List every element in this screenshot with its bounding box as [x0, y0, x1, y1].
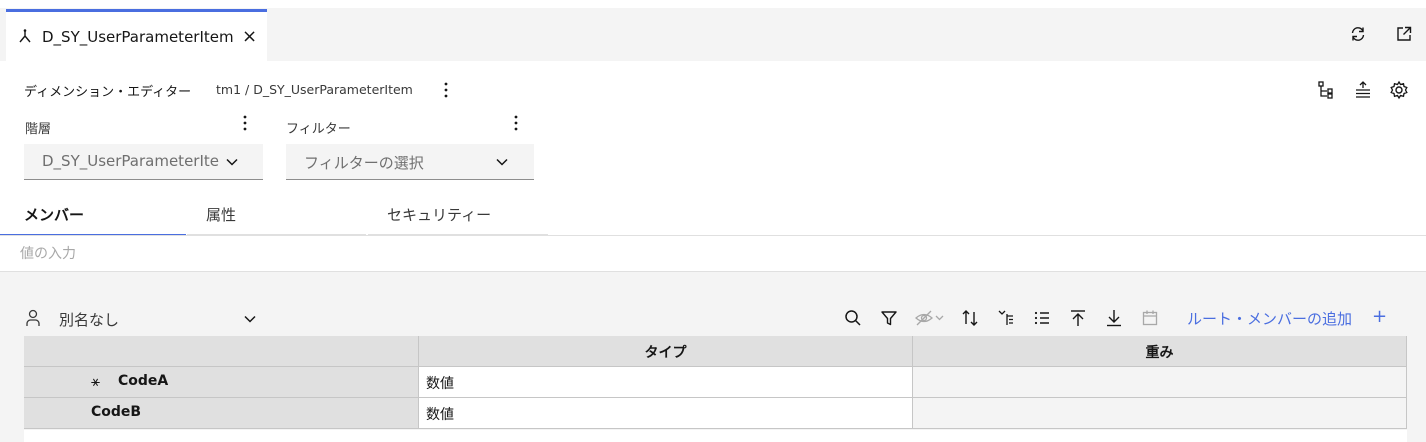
add-icon[interactable]: + — [1372, 306, 1387, 327]
insert-icon[interactable] — [1353, 80, 1373, 100]
list-numbered-icon[interactable] — [1032, 308, 1052, 328]
chevron-down-icon[interactable] — [243, 312, 257, 326]
grid-empty-area — [24, 430, 1407, 442]
chevron-down-icon — [496, 158, 508, 166]
hierarchy-dropdown[interactable]: D_SY_UserParameterIte — [24, 144, 263, 180]
weight-cell[interactable] — [913, 398, 1407, 429]
grid-header-member — [24, 336, 419, 367]
grid-header-row: タイプ 重み — [24, 336, 1407, 367]
member-name-cell[interactable]: CodeB — [24, 398, 419, 429]
hierarchy-value: D_SY_UserParameterIte — [42, 152, 219, 170]
tab-security-label: セキュリティー — [387, 206, 492, 224]
move-to-top-icon[interactable] — [1068, 308, 1088, 328]
type-cell[interactable]: 数値 — [419, 367, 913, 398]
tab-members[interactable]: メンバー — [0, 194, 186, 236]
settings-icon[interactable] — [1389, 80, 1409, 100]
refresh-icon[interactable] — [1348, 24, 1368, 44]
tab-attributes-label: 属性 — [206, 206, 237, 224]
hierarchy-label: 階層 — [25, 122, 52, 137]
user-icon — [26, 309, 40, 326]
calendar-icon[interactable] — [1140, 308, 1160, 328]
filter-dropdown[interactable]: フィルターの選択 — [286, 144, 534, 180]
type-cell[interactable]: 数値 — [419, 398, 913, 429]
table-row[interactable]: ⚹ CodeA 数値 — [24, 367, 1407, 398]
filter-overflow-menu-icon[interactable] — [509, 114, 523, 132]
table-row[interactable]: CodeB 数値 — [24, 398, 1407, 429]
add-root-member-button[interactable]: ルート・メンバーの追加 — [1187, 308, 1352, 329]
hierarchy-icon — [19, 29, 31, 43]
member-name: CodeA — [118, 373, 169, 389]
member-name: CodeB — [91, 404, 142, 420]
filter-label: フィルター — [286, 122, 351, 137]
weight-cell[interactable] — [913, 367, 1407, 398]
tab-members-label: メンバー — [24, 206, 85, 224]
download-icon[interactable] — [1104, 308, 1124, 328]
overflow-menu-icon[interactable] — [439, 81, 453, 99]
tab-attributes[interactable]: 属性 — [187, 194, 366, 236]
tab-title: D_SY_UserParameterItem — [42, 28, 234, 46]
value-input[interactable] — [0, 236, 1426, 272]
tree-view-icon[interactable] — [1317, 80, 1337, 100]
sort-icon[interactable] — [960, 308, 980, 328]
hide-icon[interactable] — [914, 308, 946, 328]
open-external-icon[interactable] — [1394, 24, 1414, 44]
hierarchy-overflow-menu-icon[interactable] — [238, 114, 252, 132]
editor-path: tm1 / D_SY_UserParameterItem — [216, 82, 413, 97]
member-name-cell[interactable]: ⚹ CodeA — [24, 367, 419, 398]
grid-header-weight[interactable]: 重み — [913, 336, 1407, 367]
close-icon[interactable]: × — [242, 26, 257, 47]
filter-icon[interactable] — [879, 308, 899, 328]
tab-security[interactable]: セキュリティー — [368, 194, 548, 236]
alias-selector[interactable]: 別名なし — [59, 309, 119, 330]
search-icon[interactable] — [843, 308, 863, 328]
tab-d-sy-userparameteritem[interactable]: D_SY_UserParameterItem × — [6, 9, 267, 61]
editor-title: ディメンション・エディター — [24, 85, 192, 100]
collapse-levels-icon[interactable] — [996, 308, 1016, 328]
filter-value: フィルターの選択 — [304, 154, 424, 172]
asterisk-icon: ⚹ — [91, 372, 101, 390]
grid-header-type[interactable]: タイプ — [419, 336, 913, 367]
chevron-down-icon — [226, 158, 238, 166]
